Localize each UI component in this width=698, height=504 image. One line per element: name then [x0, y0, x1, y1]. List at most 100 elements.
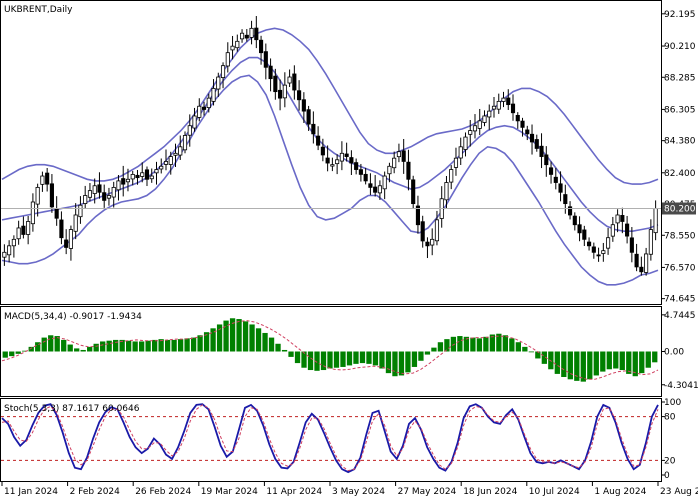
macd-histogram-bar: [424, 351, 431, 355]
stoch-indicator-title: Stoch(5,3,3) 87.1617 60.0646: [4, 404, 140, 414]
candle-body: [206, 97, 211, 109]
candle-body: [320, 146, 325, 156]
macd-histogram-bar: [236, 319, 242, 352]
x-tick-label: 1 Aug 2024: [594, 487, 646, 497]
candle-body: [354, 162, 359, 170]
candle-body: [335, 159, 340, 165]
macd-histogram-bar: [15, 351, 21, 354]
macd-histogram-bar: [418, 351, 424, 361]
candle-body: [282, 84, 287, 99]
macd-histogram-bar: [288, 351, 294, 357]
candle-body: [629, 237, 634, 253]
macd-histogram-bar: [275, 343, 281, 352]
candle-body: [411, 179, 416, 205]
macd-histogram-bar: [639, 351, 645, 374]
candle-body: [125, 178, 131, 183]
y-tick-label: 76.570: [664, 263, 696, 273]
candle-body: [182, 135, 188, 151]
macd-histogram-bar: [48, 335, 54, 352]
macd-histogram-bar: [580, 351, 586, 382]
macd-histogram-bar: [606, 351, 612, 370]
candle-body: [510, 103, 516, 114]
candle-body: [102, 192, 107, 201]
candle-body: [211, 87, 216, 102]
x-tick-label: 27 May 2024: [398, 487, 457, 497]
candle-body: [130, 174, 135, 180]
chart-canvas: 92.19590.21088.28586.30584.38082.40080.4…: [0, 0, 698, 497]
candle-body: [491, 105, 497, 110]
candle-body: [97, 184, 102, 193]
macd-y-tick-label: 4.7445: [664, 311, 696, 321]
macd-histogram-bar: [385, 351, 392, 374]
candle-body: [472, 125, 478, 132]
candle-body: [615, 214, 620, 224]
macd-histogram-bar: [645, 351, 651, 368]
candle-body: [482, 115, 487, 123]
candle-body: [168, 156, 173, 165]
candle-body: [259, 39, 264, 54]
macd-histogram-bar: [28, 346, 34, 352]
candle-body: [634, 253, 639, 268]
macd-histogram-bar: [528, 351, 534, 353]
candle-body: [377, 185, 382, 194]
macd-histogram-bar: [522, 346, 528, 352]
candle-body: [249, 27, 254, 38]
candle-body: [430, 238, 435, 246]
macd-histogram-bar: [249, 324, 255, 352]
macd-histogram-bar: [593, 351, 599, 376]
candle-body: [239, 32, 245, 40]
candle-body: [287, 76, 292, 84]
x-tick-label: 11 Apr 2024: [266, 487, 322, 497]
x-tick-label: 18 Jun 2024: [463, 487, 517, 497]
candle-body: [553, 176, 558, 183]
y-tick-label: 78.550: [664, 231, 696, 241]
candle-body: [220, 65, 226, 78]
candle-body: [563, 194, 568, 205]
macd-histogram-bar: [379, 351, 385, 369]
macd-histogram-bar: [67, 344, 73, 352]
price-chart-title: UKBRENT,Daily: [4, 5, 73, 15]
candle-body: [273, 75, 278, 93]
candle-body: [116, 180, 121, 191]
candle-body: [297, 90, 302, 101]
candle-body: [54, 208, 59, 219]
macd-histogram-bar: [87, 346, 93, 352]
macd-histogram-bar: [431, 347, 437, 352]
macd-histogram-bar: [184, 338, 190, 352]
macd-histogram-bar: [444, 339, 450, 352]
candle-body: [278, 89, 283, 99]
macd-histogram-bar: [457, 336, 463, 352]
macd-histogram-bar: [255, 328, 262, 352]
candle-body: [187, 125, 192, 136]
macd-histogram-bar: [626, 351, 632, 374]
macd-indicator-title: MACD(5,34,4) -0.9017 -1.9434: [4, 312, 142, 322]
macd-histogram-bar: [405, 351, 411, 373]
candle-body: [506, 97, 511, 106]
macd-histogram-bar: [2, 351, 8, 358]
candle-body: [230, 45, 235, 51]
x-tick-label: 2 Feb 2024: [70, 487, 121, 497]
macd-y-tick-label: -4.3041: [664, 381, 698, 391]
candle-body: [30, 201, 35, 225]
candle-body: [135, 174, 140, 179]
candle-body: [192, 115, 197, 129]
macd-histogram-bar: [74, 348, 80, 352]
macd-histogram-bar: [80, 349, 86, 352]
candle-body: [606, 237, 611, 249]
price-panel: 92.19590.21088.28586.30584.38082.40080.4…: [1, 10, 696, 305]
stoch-y-tick-label: 100: [664, 398, 681, 408]
candle-body: [648, 229, 653, 255]
candle-body: [529, 133, 535, 143]
candle-body: [330, 164, 335, 167]
candle-body: [458, 146, 463, 159]
macd-histogram-bar: [535, 351, 541, 359]
macd-histogram-bar: [132, 341, 138, 352]
y-tick-label: 88.285: [664, 73, 696, 83]
macd-histogram-bar: [346, 351, 353, 366]
candle-body: [591, 246, 596, 253]
x-tick-label: 3 May 2024: [332, 487, 385, 497]
candle-body: [16, 227, 21, 240]
macd-histogram-bar: [106, 340, 112, 352]
candle-body: [558, 183, 563, 193]
candle-body: [64, 239, 69, 248]
